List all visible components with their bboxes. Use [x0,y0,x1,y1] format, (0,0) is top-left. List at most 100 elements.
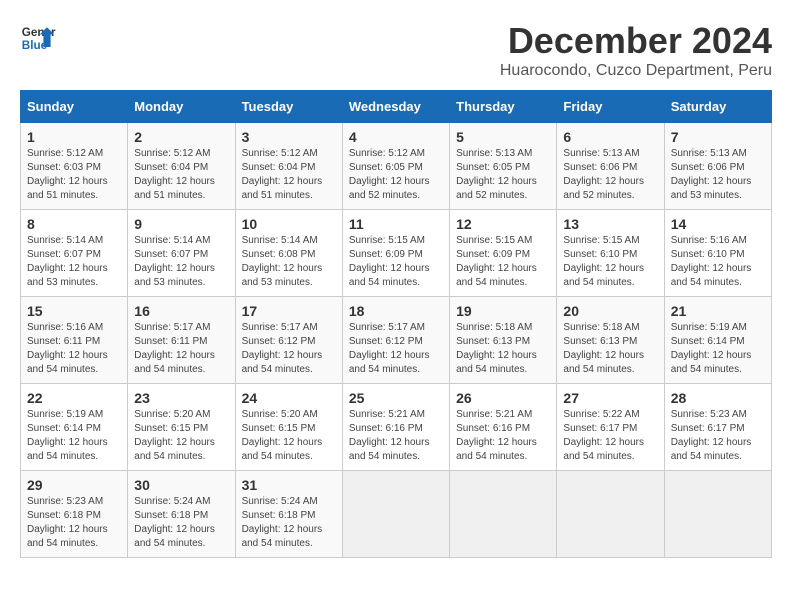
day-number: 25 [349,390,443,406]
day-number: 16 [134,303,228,319]
column-header-friday: Friday [557,91,664,123]
calendar-cell: 15 Sunrise: 5:16 AMSunset: 6:11 PMDayligh… [21,297,128,384]
calendar-cell: 9Sunrise: 5:14 AMSunset: 6:07 PMDaylight… [128,210,235,297]
day-number: 15 [27,303,121,319]
calendar-cell: 18Sunrise: 5:17 AMSunset: 6:12 PMDayligh… [342,297,449,384]
calendar-cell: 2 Sunrise: 5:12 AMSunset: 6:04 PMDaylight… [128,123,235,210]
logo: General Blue [20,20,56,56]
day-number: 21 [671,303,765,319]
calendar-cell: 4 Sunrise: 5:12 AMSunset: 6:05 PMDaylight… [342,123,449,210]
column-header-wednesday: Wednesday [342,91,449,123]
day-number: 24 [242,390,336,406]
day-info: Sunrise: 5:21 AMSunset: 6:16 PMDaylight:… [456,408,550,464]
day-info: Sunrise: 5:13 AMSunset: 6:06 PMDaylight:… [563,147,657,203]
day-info: Sunrise: 5:20 AMSunset: 6:15 PMDaylight:… [242,408,336,464]
calendar-cell: 14Sunrise: 5:16 AMSunset: 6:10 PMDayligh… [664,210,771,297]
day-number: 7 [671,129,765,145]
day-number: 23 [134,390,228,406]
calendar-cell: 8 Sunrise: 5:14 AMSunset: 6:07 PMDaylight… [21,210,128,297]
calendar-cell: 19 Sunrise: 5:18 AMSunset: 6:13 PMDayligh… [450,297,557,384]
day-number: 17 [242,303,336,319]
day-info: Sunrise: 5:24 AMSunset: 6:18 PMDaylight:… [134,495,228,551]
calendar-cell: 24 Sunrise: 5:20 AMSunset: 6:15 PMDayligh… [235,384,342,471]
day-number: 14 [671,216,765,232]
calendar-cell: 7 Sunrise: 5:13 AMSunset: 6:06 PMDaylight… [664,123,771,210]
calendar-cell: 1Sunrise: 5:12 AMSunset: 6:03 PMDaylight… [21,123,128,210]
calendar-cell: 17 Sunrise: 5:17 AMSunset: 6:12 PMDayligh… [235,297,342,384]
title-block: December 2024 Huarocondo, Cuzco Departme… [500,20,772,80]
day-number: 28 [671,390,765,406]
calendar-cell: 21Sunrise: 5:19 AMSunset: 6:14 PMDayligh… [664,297,771,384]
calendar-table: SundayMondayTuesdayWednesdayThursdayFrid… [20,90,772,558]
day-number: 31 [242,477,336,493]
calendar-week-row: 8 Sunrise: 5:14 AMSunset: 6:07 PMDaylight… [21,210,772,297]
calendar-cell: 28 Sunrise: 5:23 AMSunset: 6:17 PMDayligh… [664,384,771,471]
day-info: Sunrise: 5:15 AMSunset: 6:10 PMDaylight:… [563,234,657,290]
calendar-week-row: 29 Sunrise: 5:23 AMSunset: 6:18 PMDayligh… [21,471,772,558]
location-subtitle: Huarocondo, Cuzco Department, Peru [500,62,772,80]
day-info: Sunrise: 5:15 AMSunset: 6:09 PMDaylight:… [349,234,443,290]
logo-icon: General Blue [20,20,56,56]
day-info: Sunrise: 5:16 AMSunset: 6:11 PMDaylight:… [27,321,121,377]
calendar-cell [450,471,557,558]
day-info: Sunrise: 5:12 AMSunset: 6:03 PMDaylight:… [27,147,121,203]
day-number: 8 [27,216,121,232]
day-info: Sunrise: 5:18 AMSunset: 6:13 PMDaylight:… [456,321,550,377]
day-number: 20 [563,303,657,319]
calendar-cell: 12 Sunrise: 5:15 AMSunset: 6:09 PMDayligh… [450,210,557,297]
day-info: Sunrise: 5:13 AMSunset: 6:05 PMDaylight:… [456,147,550,203]
day-number: 22 [27,390,121,406]
day-info: Sunrise: 5:17 AMSunset: 6:12 PMDaylight:… [242,321,336,377]
day-number: 3 [242,129,336,145]
calendar-week-row: 1Sunrise: 5:12 AMSunset: 6:03 PMDaylight… [21,123,772,210]
day-info: Sunrise: 5:21 AMSunset: 6:16 PMDaylight:… [349,408,443,464]
day-info: Sunrise: 5:14 AMSunset: 6:07 PMDaylight:… [27,234,121,290]
day-info: Sunrise: 5:12 AMSunset: 6:04 PMDaylight:… [134,147,228,203]
day-number: 2 [134,129,228,145]
day-info: Sunrise: 5:13 AMSunset: 6:06 PMDaylight:… [671,147,765,203]
day-info: Sunrise: 5:20 AMSunset: 6:15 PMDaylight:… [134,408,228,464]
column-header-monday: Monday [128,91,235,123]
calendar-header-row: SundayMondayTuesdayWednesdayThursdayFrid… [21,91,772,123]
day-info: Sunrise: 5:14 AMSunset: 6:07 PMDaylight:… [134,234,228,290]
day-info: Sunrise: 5:15 AMSunset: 6:09 PMDaylight:… [456,234,550,290]
day-number: 19 [456,303,550,319]
calendar-cell: 29 Sunrise: 5:23 AMSunset: 6:18 PMDayligh… [21,471,128,558]
day-info: Sunrise: 5:18 AMSunset: 6:13 PMDaylight:… [563,321,657,377]
day-info: Sunrise: 5:23 AMSunset: 6:17 PMDaylight:… [671,408,765,464]
column-header-thursday: Thursday [450,91,557,123]
calendar-cell: 16 Sunrise: 5:17 AMSunset: 6:11 PMDayligh… [128,297,235,384]
calendar-cell [664,471,771,558]
page-header: General Blue December 2024 Huarocondo, C… [20,20,772,80]
day-info: Sunrise: 5:19 AMSunset: 6:14 PMDaylight:… [27,408,121,464]
calendar-cell [557,471,664,558]
day-number: 27 [563,390,657,406]
calendar-cell: 5 Sunrise: 5:13 AMSunset: 6:05 PMDaylight… [450,123,557,210]
column-header-sunday: Sunday [21,91,128,123]
calendar-cell: 20 Sunrise: 5:18 AMSunset: 6:13 PMDayligh… [557,297,664,384]
day-number: 18 [349,303,443,319]
day-number: 30 [134,477,228,493]
day-number: 11 [349,216,443,232]
calendar-cell: 11 Sunrise: 5:15 AMSunset: 6:09 PMDayligh… [342,210,449,297]
calendar-cell: 13Sunrise: 5:15 AMSunset: 6:10 PMDayligh… [557,210,664,297]
calendar-cell: 30 Sunrise: 5:24 AMSunset: 6:18 PMDayligh… [128,471,235,558]
column-header-tuesday: Tuesday [235,91,342,123]
day-info: Sunrise: 5:22 AMSunset: 6:17 PMDaylight:… [563,408,657,464]
day-info: Sunrise: 5:14 AMSunset: 6:08 PMDaylight:… [242,234,336,290]
day-number: 12 [456,216,550,232]
day-info: Sunrise: 5:12 AMSunset: 6:05 PMDaylight:… [349,147,443,203]
day-info: Sunrise: 5:17 AMSunset: 6:11 PMDaylight:… [134,321,228,377]
calendar-cell: 10Sunrise: 5:14 AMSunset: 6:08 PMDayligh… [235,210,342,297]
calendar-cell: 3Sunrise: 5:12 AMSunset: 6:04 PMDaylight… [235,123,342,210]
calendar-week-row: 15 Sunrise: 5:16 AMSunset: 6:11 PMDayligh… [21,297,772,384]
day-info: Sunrise: 5:23 AMSunset: 6:18 PMDaylight:… [27,495,121,551]
calendar-cell: 26 Sunrise: 5:21 AMSunset: 6:16 PMDayligh… [450,384,557,471]
day-number: 6 [563,129,657,145]
day-number: 26 [456,390,550,406]
day-number: 5 [456,129,550,145]
day-info: Sunrise: 5:24 AMSunset: 6:18 PMDaylight:… [242,495,336,551]
calendar-cell: 25 Sunrise: 5:21 AMSunset: 6:16 PMDayligh… [342,384,449,471]
day-number: 29 [27,477,121,493]
day-number: 4 [349,129,443,145]
